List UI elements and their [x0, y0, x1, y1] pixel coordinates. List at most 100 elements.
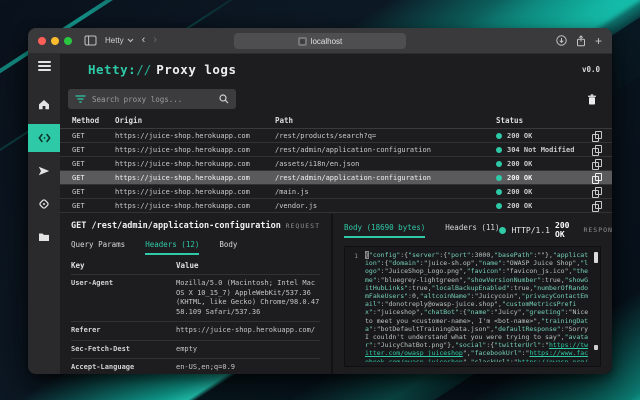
- sidebar-item-sender[interactable]: [28, 157, 60, 185]
- path-cell: /rest/products/search?q=: [275, 131, 377, 140]
- request-tab-1[interactable]: Query Params: [71, 240, 125, 255]
- scope-icon: [38, 198, 50, 210]
- close-button[interactable]: [38, 36, 46, 45]
- method-cell: GET: [72, 173, 85, 182]
- request-header-row: Referer https://juice-shop.herokuapp.com/: [71, 322, 320, 341]
- status-dot: [496, 146, 502, 153]
- browser-tab-title[interactable]: Hetty: [105, 36, 134, 45]
- path-cell: /assets/i18n/en.json: [275, 159, 360, 168]
- request-panel-label: REQUEST: [285, 222, 320, 230]
- log-row[interactable]: GET https://juice-shop.herokuapp.com/rest…: [60, 129, 612, 143]
- line-number: 1: [354, 252, 358, 260]
- log-row[interactable]: GET https://juice-shop.herokuapp.com/asse…: [60, 157, 612, 171]
- header-key: Referer: [71, 326, 101, 334]
- scrollbar-mark[interactable]: [594, 345, 598, 350]
- share-icon[interactable]: [576, 34, 586, 47]
- request-tab-3[interactable]: Body: [219, 240, 237, 255]
- column-key: Key: [71, 261, 85, 270]
- sidebar-item-proxy-logs[interactable]: [28, 123, 60, 152]
- sidebar-item-projects[interactable]: [28, 223, 60, 251]
- page-title: Proxy logs: [156, 62, 237, 77]
- projects-folder-icon: [38, 232, 50, 242]
- column-method: Method: [72, 116, 100, 125]
- http-version: HTTP/1.1: [511, 225, 550, 235]
- sidebar: [28, 54, 60, 374]
- downloads-icon[interactable]: [556, 35, 567, 46]
- status-cell: 200 OK: [496, 160, 586, 168]
- log-row[interactable]: GET https://juice-shop.herokuapp.com/rest…: [60, 143, 612, 157]
- search-input[interactable]: [92, 94, 213, 104]
- log-rows: GET https://juice-shop.herokuapp.com/rest…: [60, 129, 612, 213]
- origin-cell: https://juice-shop.herokuapp.com: [115, 145, 250, 154]
- column-path: Path: [275, 116, 294, 125]
- sidebar-item-scope[interactable]: [28, 190, 60, 218]
- search-icon: [219, 94, 229, 104]
- response-tab-2[interactable]: Headers (11): [445, 223, 499, 238]
- maximize-button[interactable]: [64, 36, 72, 45]
- request-panel: GET /rest/admin/application-configuratio…: [60, 214, 331, 374]
- column-status: Status: [496, 116, 524, 125]
- proxy-logs-icon: [37, 133, 51, 143]
- request-header-row: Accept-Language en-US,en;q=0.9: [71, 359, 320, 374]
- filter-icon: [75, 95, 86, 103]
- sidebar-toggle-icon[interactable]: [84, 35, 97, 46]
- request-tab-2[interactable]: Headers (12): [145, 240, 200, 255]
- response-body-viewer[interactable]: 1 {"config":{"server":{"port":3000,"base…: [344, 246, 601, 367]
- browser-window: Hetty ‹ › localhost + Hetty: // Proxy lo…: [28, 28, 612, 374]
- status-dot: [496, 160, 502, 167]
- method-cell: GET: [72, 159, 85, 168]
- path-cell: /rest/admin/application-configuration: [275, 173, 431, 182]
- header-value: Mozilla/5.0 (Macintosh; Intel Mac OS X 1…: [176, 279, 320, 316]
- back-button[interactable]: ‹: [142, 35, 146, 46]
- header-key: User-Agent: [71, 279, 114, 287]
- app-version: v0.0: [581, 65, 600, 74]
- status-dot: [496, 202, 502, 209]
- proxy-log-table: Method Origin Path Status GET https://jui…: [60, 113, 612, 213]
- method-cell: GET: [72, 131, 85, 140]
- origin-cell: https://juice-shop.herokuapp.com: [115, 131, 250, 140]
- header-key: Sec-Fetch-Dest: [71, 344, 131, 353]
- status-dot: [496, 132, 502, 139]
- method-cell: GET: [72, 187, 85, 196]
- status-dot: [496, 188, 502, 195]
- trash-icon[interactable]: [587, 93, 597, 105]
- request-tabs: Query Params Headers (12) Body: [71, 240, 320, 255]
- copy-icon[interactable]: [592, 173, 602, 184]
- copy-icon[interactable]: [592, 145, 602, 156]
- response-tabs: Body (18690 bytes) Headers (11): [344, 223, 499, 238]
- response-panel: Body (18690 bytes) Headers (11) HTTP/1.1 …: [333, 214, 612, 374]
- log-row[interactable]: GET https://juice-shop.herokuapp.com/rest…: [60, 171, 612, 185]
- origin-cell: https://juice-shop.herokuapp.com: [115, 159, 250, 168]
- log-row[interactable]: GET https://juice-shop.herokuapp.com/main…: [60, 185, 612, 199]
- menu-icon[interactable]: [37, 61, 51, 71]
- search-box[interactable]: [68, 89, 236, 109]
- minimize-button[interactable]: [51, 36, 59, 45]
- copy-icon[interactable]: [592, 159, 602, 170]
- log-row[interactable]: GET https://juice-shop.herokuapp.com/vend…: [60, 199, 612, 213]
- app-brand-slashes: //: [136, 62, 152, 77]
- status-cell: 200 OK: [496, 174, 586, 182]
- sidebar-item-home[interactable]: [28, 91, 60, 119]
- window-controls: [38, 36, 72, 45]
- status-cell: 304 Not Modified: [496, 146, 586, 154]
- app-header: Hetty:// Proxy logs v0.0: [60, 54, 612, 85]
- copy-icon[interactable]: [592, 187, 602, 198]
- request-header-row: Sec-Fetch-Dest empty: [71, 341, 320, 359]
- forward-button[interactable]: ›: [153, 35, 157, 46]
- new-tab-button[interactable]: +: [595, 35, 602, 47]
- request-headers-header: Key Value: [71, 255, 320, 275]
- copy-icon[interactable]: [592, 131, 602, 142]
- scrollbar-thumb[interactable]: [594, 252, 598, 263]
- response-body: {"config":{"server":{"port":3000,"basePa…: [365, 251, 590, 362]
- header-value: en-US,en;q=0.9: [176, 363, 236, 371]
- response-tab-1[interactable]: Body (18690 bytes): [344, 223, 426, 238]
- app-brand: Hetty:: [88, 62, 137, 77]
- copy-icon[interactable]: [592, 201, 602, 212]
- column-origin: Origin: [115, 116, 143, 125]
- address-bar[interactable]: localhost: [234, 33, 406, 49]
- status-dot: [499, 226, 507, 234]
- response-status: HTTP/1.1 200 OK RESPONSE: [499, 221, 612, 239]
- site-icon: [297, 36, 307, 46]
- sender-icon: [38, 166, 50, 176]
- status-cell: 200 OK: [496, 188, 586, 196]
